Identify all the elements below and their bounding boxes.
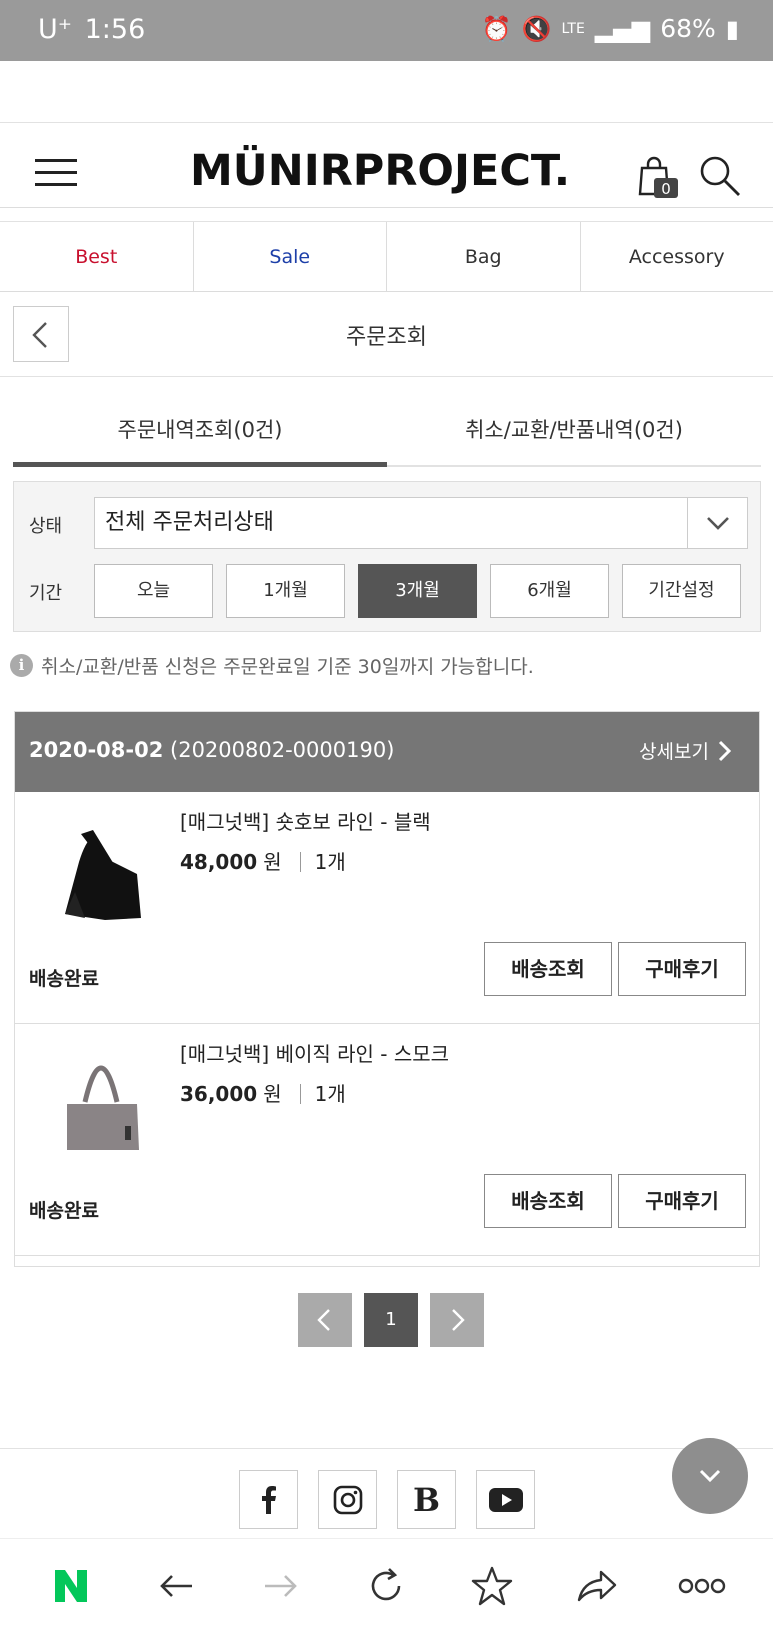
youtube-link[interactable] xyxy=(476,1470,535,1529)
page-number-current[interactable]: 1 xyxy=(364,1293,418,1347)
next-page-button[interactable] xyxy=(430,1293,484,1347)
product-thumbnail-black-bag[interactable] xyxy=(45,822,155,932)
page-header: 주문조회 xyxy=(0,293,773,377)
refresh-icon[interactable] xyxy=(356,1556,416,1616)
category-best[interactable]: Best xyxy=(0,222,194,291)
blog-link[interactable]: B xyxy=(397,1470,456,1529)
social-links: B xyxy=(239,1470,535,1529)
order-detail-label: 상세보기 xyxy=(639,741,709,763)
status-select[interactable]: 전체 주문처리상태 xyxy=(94,497,748,549)
info-icon: i xyxy=(10,654,33,677)
cart-icon-count: 0 xyxy=(661,180,671,198)
product-price-qty: 48,000 원 1개 xyxy=(180,846,346,875)
instagram-icon xyxy=(333,1485,362,1514)
product-name[interactable]: [매그넛백] 숏호보 라인 - 블랙 xyxy=(180,806,431,835)
order-number: (20200802-0000190) xyxy=(170,738,395,762)
order-item: [매그넛백] 숏호보 라인 - 블랙 48,000 원 1개 배송완료 배송조회 구… xyxy=(15,792,759,1024)
forward-arrow-icon[interactable] xyxy=(251,1556,311,1616)
delivery-status: 배송완료 xyxy=(29,968,99,990)
chevron-down-icon xyxy=(699,1469,721,1483)
order-detail-link[interactable]: 상세보기 xyxy=(639,737,733,764)
chevron-right-icon xyxy=(718,740,732,761)
more-options-icon[interactable] xyxy=(672,1556,732,1616)
category-sale[interactable]: Sale xyxy=(194,222,387,291)
product-price: 48,000 xyxy=(180,850,258,874)
period-3month-button[interactable]: 3개월 xyxy=(358,564,477,618)
category-tabs: Best Sale Bag Accessory xyxy=(0,222,773,292)
track-delivery-button[interactable]: 배송조회 xyxy=(484,1174,612,1228)
order-date: 2020-08-02 xyxy=(29,738,164,762)
order-filter: 상태 전체 주문처리상태 기간 오늘 1개월 3개월 6개월 기간설정 xyxy=(13,481,761,632)
product-price: 36,000 xyxy=(180,1082,258,1106)
order-subtabs: 주문내역조회(0건) 취소/교환/반품내역(0건) xyxy=(13,390,761,467)
order-header: 2020-08-02 (20200802-0000190) 상세보기 xyxy=(15,712,759,792)
period-6month-button[interactable]: 6개월 xyxy=(490,564,609,618)
browser-toolbar xyxy=(0,1538,773,1632)
order-date-number: 2020-08-02 (20200802-0000190) xyxy=(29,738,394,762)
scroll-down-button[interactable] xyxy=(672,1438,748,1514)
tab-cancel-return-history[interactable]: 취소/교환/반품내역(0건) xyxy=(387,390,761,465)
naver-home-icon[interactable] xyxy=(41,1556,101,1616)
status-select-value: 전체 주문처리상태 xyxy=(105,510,274,535)
period-today-button[interactable]: 오늘 xyxy=(94,564,213,618)
status-filter-label: 상태 xyxy=(29,516,63,537)
top-menu: 로그아웃 정보수정 마이쇼핑 카트0 주문조회 xyxy=(0,0,773,208)
search-icon[interactable] xyxy=(698,154,742,198)
currency: 원 xyxy=(263,850,282,874)
prev-page-button[interactable] xyxy=(298,1293,352,1347)
back-arrow-icon[interactable] xyxy=(146,1556,206,1616)
cancel-notice: i 취소/교환/반품 신청은 주문완료일 기준 30일까지 가능합니다. xyxy=(10,652,534,679)
chevron-down-icon xyxy=(687,498,747,548)
youtube-icon xyxy=(488,1487,523,1512)
site-logo[interactable]: MÜNIRPROJECT. xyxy=(190,146,570,196)
blog-icon: B xyxy=(412,1480,441,1519)
currency: 원 xyxy=(263,1082,282,1106)
page-title: 주문조회 xyxy=(346,325,427,350)
category-bag[interactable]: Bag xyxy=(387,222,581,291)
product-qty: 1개 xyxy=(314,1082,346,1106)
write-review-button[interactable]: 구매후기 xyxy=(618,1174,746,1228)
period-custom-button[interactable]: 기간설정 xyxy=(622,564,741,618)
track-delivery-button[interactable]: 배송조회 xyxy=(484,942,612,996)
product-name[interactable]: [매그넛백] 베이직 라인 - 스모크 xyxy=(180,1038,449,1067)
product-thumbnail-smoke-bag[interactable] xyxy=(45,1054,155,1164)
pagination: 1 xyxy=(298,1293,496,1347)
product-price-qty: 36,000 원 1개 xyxy=(180,1078,346,1107)
delivery-status: 배송완료 xyxy=(29,1200,99,1222)
product-qty: 1개 xyxy=(314,850,346,874)
shopping-bag-icon[interactable]: 0 xyxy=(636,154,678,198)
menu-icon[interactable] xyxy=(35,157,79,187)
tab-order-history[interactable]: 주문내역조회(0건) xyxy=(13,390,387,467)
chevron-right-icon xyxy=(452,1309,465,1331)
facebook-link[interactable] xyxy=(239,1470,298,1529)
footer-divider xyxy=(0,1448,773,1449)
facebook-icon xyxy=(261,1485,276,1514)
notice-text: 취소/교환/반품 신청은 주문완료일 기준 30일까지 가능합니다. xyxy=(41,656,534,678)
category-accessory[interactable]: Accessory xyxy=(581,222,773,291)
write-review-button[interactable]: 구매후기 xyxy=(618,942,746,996)
chevron-left-icon xyxy=(317,1309,330,1331)
share-icon[interactable] xyxy=(567,1556,627,1616)
cart-label: 카트 xyxy=(511,0,544,1)
order-card: 2020-08-02 (20200802-0000190) 상세보기 [매그넛백… xyxy=(14,711,760,1267)
order-item: [매그넛백] 베이직 라인 - 스모크 36,000 원 1개 배송완료 배송조회 … xyxy=(15,1024,759,1256)
instagram-link[interactable] xyxy=(318,1470,377,1529)
site-header: MÜNIRPROJECT. 0 xyxy=(0,124,773,222)
period-buttons: 오늘 1개월 3개월 6개월 기간설정 xyxy=(94,564,741,618)
bookmark-star-icon[interactable] xyxy=(462,1556,522,1616)
period-1month-button[interactable]: 1개월 xyxy=(226,564,345,618)
period-filter-label: 기간 xyxy=(29,583,63,604)
